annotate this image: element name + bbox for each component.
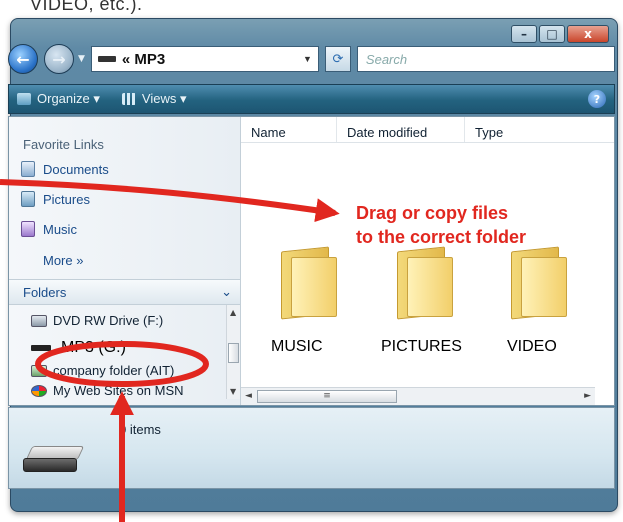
refresh-button[interactable]: ⟳ — [324, 46, 351, 72]
folder-label-pictures[interactable]: PICTURES — [381, 338, 462, 356]
tree-item-label: company folder (AIT) — [53, 363, 175, 378]
details-pane: 0 items — [8, 407, 615, 489]
folders-header[interactable]: Folders ⌄ — [9, 279, 240, 305]
column-name[interactable]: Name — [241, 117, 337, 142]
forward-button[interactable]: → — [44, 44, 74, 74]
folder-label-music[interactable]: MUSIC — [271, 338, 323, 356]
scroll-right-icon[interactable]: ► — [584, 391, 591, 401]
music-icon — [21, 221, 35, 237]
views-label: Views ▾ — [141, 91, 187, 106]
annotation-line-1: Drag or copy files — [356, 203, 509, 223]
help-button[interactable]: ? — [588, 90, 606, 108]
scroll-up-icon[interactable]: ▲ — [230, 308, 236, 317]
organize-label: Organize ▾ — [37, 91, 100, 106]
organize-icon — [17, 93, 31, 105]
history-dropdown-icon[interactable]: ▼ — [78, 54, 85, 64]
organize-button[interactable]: Organize ▾ — [17, 91, 100, 107]
folder-video[interactable] — [511, 246, 571, 320]
tree-scrollbar[interactable]: ▲ ▼ — [226, 305, 240, 399]
maximize-button[interactable]: □ — [539, 25, 565, 43]
tree-item-mp3-drive[interactable]: MP3 (G:) — [31, 339, 126, 357]
sidebar-link-label: Music — [43, 221, 77, 237]
scrollbar-thumb[interactable]: ≡ — [257, 390, 397, 403]
folders-title: Folders — [23, 284, 67, 300]
tree-item-label: MP3 (G:) — [61, 339, 126, 356]
folder-tree: DVD RW Drive (F:) MP3 (G:) company folde… — [9, 305, 226, 399]
window-controls: – □ x — [511, 25, 609, 43]
column-date-modified[interactable]: Date modified — [337, 117, 465, 142]
column-headers: Name Date modified Type — [241, 117, 614, 143]
navigation-pane: Favorite Links Documents Pictures Music … — [9, 117, 241, 405]
column-type[interactable]: Type — [465, 117, 575, 142]
sidebar-link-pictures[interactable]: Pictures — [21, 191, 90, 207]
sidebar-link-label: Pictures — [43, 191, 90, 207]
tree-item-label: DVD RW Drive (F:) — [53, 313, 164, 328]
address-bar[interactable]: « MP3 ▼ — [90, 46, 319, 72]
folder-pictures[interactable] — [397, 246, 457, 320]
msn-icon — [31, 384, 47, 397]
refresh-icon: ⟳ — [332, 51, 344, 67]
address-text: « MP3 — [121, 50, 166, 68]
tree-item-company-folder[interactable]: company folder (AIT) — [31, 363, 174, 378]
folder-music[interactable] — [281, 246, 341, 320]
views-icon — [121, 93, 136, 105]
sidebar-link-label: Documents — [43, 161, 109, 177]
usb-drive-large-icon — [23, 446, 87, 476]
horizontal-scrollbar[interactable]: ◄ ≡ ► — [241, 387, 595, 405]
annotation-line-2: to the correct folder — [356, 227, 527, 247]
item-count: 0 items — [119, 422, 161, 437]
sidebar-link-documents[interactable]: Documents — [21, 161, 109, 177]
annotation-text: Drag or copy files to the correct folder — [356, 201, 526, 249]
back-button[interactable]: ← — [8, 44, 38, 74]
minimize-button[interactable]: – — [511, 25, 537, 43]
usb-drive-icon — [31, 345, 51, 351]
file-list-pane: Name Date modified Type MUSIC PICTURES V… — [241, 117, 614, 405]
favorite-links-title: Favorite Links — [23, 137, 104, 152]
folder-label-video[interactable]: VIDEO — [507, 338, 557, 356]
close-button[interactable]: x — [567, 25, 609, 43]
navigation-bar: ← → ▼ « MP3 ▼ ⟳ Search — [8, 42, 615, 76]
address-dropdown-icon[interactable]: ▼ — [303, 54, 312, 64]
scroll-down-icon[interactable]: ▼ — [230, 387, 236, 396]
dvd-drive-icon — [31, 314, 47, 327]
tree-item-label: My Web Sites on MSN — [53, 383, 184, 398]
network-folder-icon — [31, 364, 47, 377]
search-input[interactable]: Search — [356, 46, 615, 72]
documents-icon — [21, 161, 35, 177]
chevron-down-icon: ⌄ — [221, 284, 232, 299]
scrollbar-thumb[interactable] — [228, 343, 239, 363]
views-button[interactable]: Views ▾ — [121, 91, 187, 107]
pictures-icon — [21, 191, 35, 207]
tree-item-dvd-drive[interactable]: DVD RW Drive (F:) — [31, 313, 163, 328]
explorer-body: Favorite Links Documents Pictures Music … — [8, 116, 615, 406]
sidebar-link-music[interactable]: Music — [21, 221, 77, 237]
command-toolbar: Organize ▾ Views ▾ ? — [8, 84, 615, 114]
caption-text: VIDEO, etc.). — [30, 0, 143, 14]
tree-item-msn-sites[interactable]: My Web Sites on MSN — [31, 383, 184, 398]
more-links-button[interactable]: More » — [43, 253, 83, 268]
drive-icon — [97, 56, 116, 62]
arrow-right-icon: → — [52, 49, 66, 69]
arrow-left-icon: ← — [16, 49, 30, 69]
scroll-left-icon[interactable]: ◄ — [245, 391, 252, 401]
